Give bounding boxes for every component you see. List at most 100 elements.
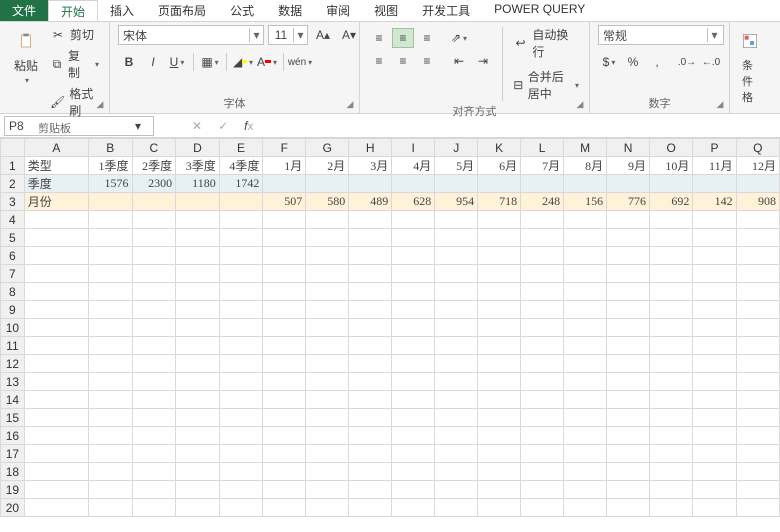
cell[interactable] — [650, 355, 693, 373]
row-header[interactable]: 8 — [1, 283, 25, 301]
cell[interactable] — [392, 265, 435, 283]
col-header[interactable]: H — [349, 139, 392, 157]
cell[interactable] — [349, 175, 392, 193]
chevron-down-icon[interactable]: ▾ — [293, 28, 307, 42]
cell[interactable] — [88, 409, 132, 427]
font-size-combo[interactable]: ▾ — [268, 25, 308, 45]
row-header[interactable]: 12 — [1, 355, 25, 373]
cell[interactable] — [564, 463, 607, 481]
cell[interactable] — [521, 229, 564, 247]
tab-data[interactable]: 数据 — [266, 0, 314, 21]
cell[interactable] — [88, 211, 132, 229]
cell[interactable] — [693, 445, 736, 463]
cell[interactable] — [24, 247, 88, 265]
cell[interactable] — [263, 211, 306, 229]
cell[interactable] — [435, 175, 478, 193]
phonetic-button[interactable]: wén▾ — [289, 52, 311, 72]
cell[interactable] — [435, 265, 478, 283]
cell[interactable] — [693, 283, 736, 301]
cell[interactable]: 1742 — [219, 175, 263, 193]
cell[interactable] — [693, 373, 736, 391]
cell[interactable] — [521, 409, 564, 427]
cell[interactable] — [88, 463, 132, 481]
cell[interactable] — [607, 373, 650, 391]
cell[interactable] — [435, 445, 478, 463]
cell[interactable] — [478, 391, 521, 409]
cell[interactable]: 628 — [392, 193, 435, 211]
cell[interactable]: 类型 — [24, 157, 88, 175]
cell[interactable]: 908 — [736, 193, 779, 211]
cell[interactable] — [392, 409, 435, 427]
cell[interactable] — [349, 481, 392, 499]
cell[interactable] — [306, 265, 349, 283]
cell[interactable] — [435, 373, 478, 391]
comma-format-button[interactable]: , — [646, 52, 668, 72]
cell[interactable] — [693, 211, 736, 229]
cell[interactable] — [263, 499, 306, 517]
row-header[interactable]: 14 — [1, 391, 25, 409]
cell[interactable] — [693, 391, 736, 409]
cell[interactable] — [392, 301, 435, 319]
cell[interactable] — [392, 499, 435, 517]
cell[interactable] — [306, 499, 349, 517]
col-header[interactable]: E — [219, 139, 263, 157]
cell[interactable] — [736, 175, 779, 193]
cell[interactable] — [349, 283, 392, 301]
cell[interactable] — [219, 463, 263, 481]
cell[interactable]: 10月 — [650, 157, 693, 175]
cell[interactable] — [435, 337, 478, 355]
cell[interactable] — [24, 481, 88, 499]
cell[interactable] — [219, 481, 263, 499]
cell[interactable] — [24, 427, 88, 445]
cell[interactable] — [306, 301, 349, 319]
cell[interactable] — [132, 283, 176, 301]
cell[interactable] — [650, 301, 693, 319]
borders-button[interactable]: ▦▾ — [199, 52, 221, 72]
cell[interactable] — [693, 427, 736, 445]
cell[interactable] — [564, 391, 607, 409]
cell[interactable] — [349, 247, 392, 265]
cell[interactable] — [176, 337, 220, 355]
cell[interactable] — [349, 211, 392, 229]
cell[interactable] — [24, 499, 88, 517]
cell[interactable]: 507 — [263, 193, 306, 211]
cell[interactable] — [132, 193, 176, 211]
cell[interactable] — [478, 229, 521, 247]
cell[interactable]: 2月 — [306, 157, 349, 175]
col-header[interactable]: F — [263, 139, 306, 157]
cell[interactable] — [176, 445, 220, 463]
cell[interactable] — [88, 445, 132, 463]
cell[interactable] — [132, 337, 176, 355]
cell[interactable] — [219, 499, 263, 517]
cell[interactable] — [24, 445, 88, 463]
cell[interactable] — [521, 175, 564, 193]
cell[interactable] — [349, 265, 392, 283]
tab-review[interactable]: 审阅 — [314, 0, 362, 21]
cell[interactable] — [176, 409, 220, 427]
cell[interactable] — [650, 427, 693, 445]
cell[interactable] — [176, 355, 220, 373]
cell[interactable]: 2300 — [132, 175, 176, 193]
chevron-down-icon[interactable]: ▾ — [249, 28, 263, 42]
cell[interactable] — [607, 211, 650, 229]
cell[interactable] — [521, 445, 564, 463]
cell[interactable] — [219, 427, 263, 445]
cell[interactable]: 5月 — [435, 157, 478, 175]
cell[interactable] — [263, 319, 306, 337]
cell[interactable] — [88, 265, 132, 283]
cell[interactable] — [607, 301, 650, 319]
col-header[interactable]: A — [24, 139, 88, 157]
cell[interactable] — [392, 445, 435, 463]
cell[interactable] — [521, 211, 564, 229]
cell[interactable]: 月份 — [24, 193, 88, 211]
cell[interactable] — [132, 265, 176, 283]
cell[interactable] — [607, 229, 650, 247]
cell[interactable] — [349, 499, 392, 517]
cell[interactable] — [478, 409, 521, 427]
underline-button[interactable]: U▾ — [166, 52, 188, 72]
cell[interactable] — [176, 265, 220, 283]
number-launcher[interactable]: ◢ — [714, 99, 726, 111]
cell[interactable] — [219, 409, 263, 427]
cell[interactable] — [564, 175, 607, 193]
cell[interactable] — [564, 229, 607, 247]
